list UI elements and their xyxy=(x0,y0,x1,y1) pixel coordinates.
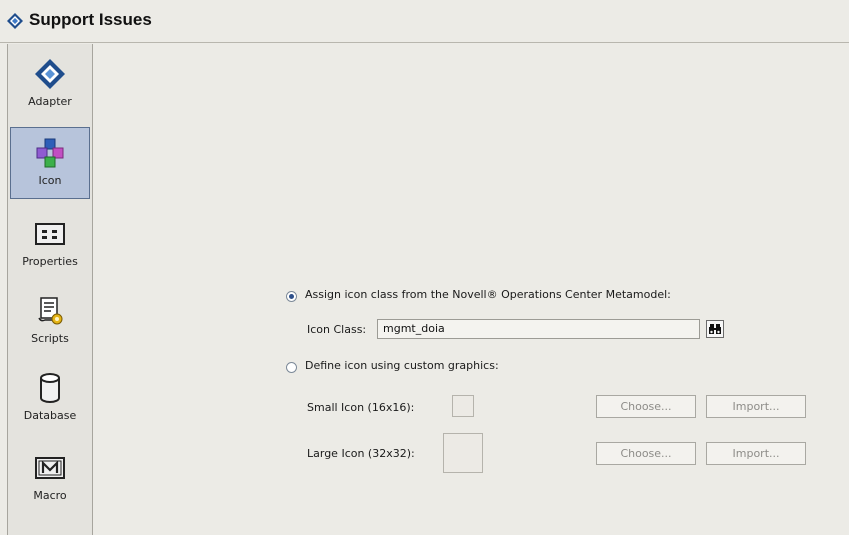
sidebar-item-label: Macro xyxy=(33,489,67,502)
radio-custom-graphics[interactable] xyxy=(286,362,297,373)
sidebar-item-database[interactable]: Database xyxy=(10,362,90,434)
sidebar-item-label: Adapter xyxy=(28,95,72,108)
title-bar: Support Issues xyxy=(0,0,849,43)
sidebar-item-label: Icon xyxy=(38,174,62,187)
properties-icon xyxy=(35,223,65,245)
icon-class-label: Icon Class: xyxy=(307,323,367,336)
icon-settings-panel: Assign icon class from the Novell® Opera… xyxy=(94,44,849,535)
radio-metamodel-label: Assign icon class from the Novell® Opera… xyxy=(305,288,671,301)
sidebar: Adapter Icon Properties Scripts Database… xyxy=(7,44,93,535)
small-icon-preview xyxy=(452,395,474,417)
scripts-icon xyxy=(38,297,63,325)
sidebar-item-scripts[interactable]: Scripts xyxy=(10,285,90,357)
large-icon-import-button[interactable]: Import... xyxy=(706,442,806,465)
icon-class-field[interactable]: mgmt_doia xyxy=(377,319,700,339)
sidebar-item-icon[interactable]: Icon xyxy=(10,127,90,199)
large-icon-preview xyxy=(443,433,483,473)
find-icon-class-button[interactable] xyxy=(706,320,724,338)
sidebar-item-label: Database xyxy=(23,409,77,422)
large-icon-choose-button[interactable]: Choose... xyxy=(596,442,696,465)
sidebar-item-label: Scripts xyxy=(31,332,69,345)
radio-custom-graphics-label: Define icon using custom graphics: xyxy=(305,359,499,372)
icon-class-icon xyxy=(36,138,64,168)
small-icon-choose-button[interactable]: Choose... xyxy=(596,395,696,418)
sidebar-item-adapter[interactable]: Adapter xyxy=(10,48,90,120)
sidebar-item-label: Properties xyxy=(22,255,78,268)
diamond-arrow-icon xyxy=(7,13,23,29)
sidebar-item-properties[interactable]: Properties xyxy=(10,208,90,280)
sidebar-item-macro[interactable]: Macro xyxy=(10,442,90,514)
small-icon-label: Small Icon (16x16): xyxy=(307,401,415,414)
page-title: Support Issues xyxy=(29,10,152,29)
database-icon xyxy=(40,373,60,403)
adapter-icon xyxy=(35,59,65,89)
small-icon-import-button[interactable]: Import... xyxy=(706,395,806,418)
radio-metamodel[interactable] xyxy=(286,291,297,302)
large-icon-label: Large Icon (32x32): xyxy=(307,447,415,460)
binoculars-icon xyxy=(709,324,721,334)
macro-icon xyxy=(35,457,65,479)
